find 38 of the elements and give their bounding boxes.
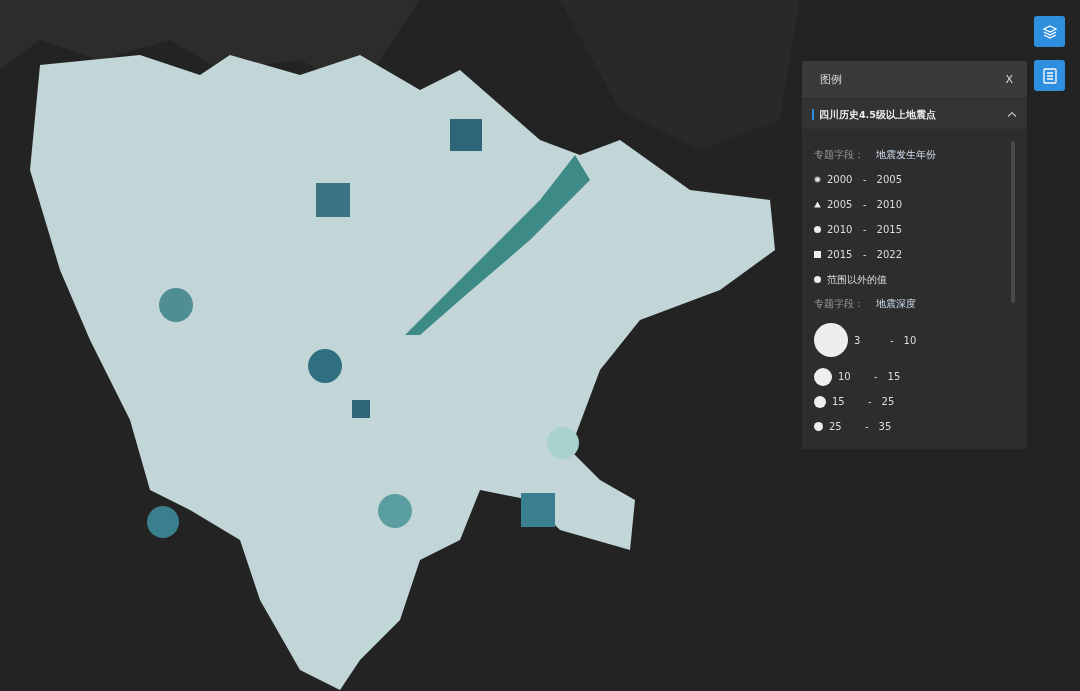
field-label: 专题字段：	[814, 297, 864, 311]
range-end: 2005	[876, 174, 903, 185]
range-dash: -	[863, 249, 867, 260]
document-icon	[1042, 67, 1057, 84]
range-dash: -	[863, 199, 867, 210]
range-end: 2015	[876, 224, 903, 235]
legend-title: 图例	[820, 72, 842, 87]
range-start: 2010	[827, 224, 853, 235]
range-dash: -	[874, 371, 878, 382]
range-dash: -	[868, 396, 872, 407]
range-start: 3	[854, 334, 862, 346]
layers-button[interactable]	[1034, 16, 1065, 47]
range-dash: -	[863, 174, 867, 185]
close-button[interactable]: X	[1003, 73, 1015, 86]
legend-label: 范围以外的值	[827, 272, 887, 287]
range-end: 15	[887, 371, 901, 382]
range-end: 10	[903, 334, 917, 346]
range-start: 10	[838, 371, 852, 382]
range-start: 2000	[827, 174, 853, 185]
range-dash: -	[865, 421, 869, 432]
field-name: 地震发生年份	[876, 148, 936, 162]
range-end: 2022	[876, 249, 903, 260]
range-end: 2010	[876, 199, 903, 210]
range-start: 2015	[827, 249, 853, 260]
range-dash: -	[890, 334, 894, 346]
layer-header[interactable]: 四川历史4.5级以上地震点	[802, 99, 1027, 129]
range-end: 35	[878, 421, 892, 432]
field-name: 地震深度	[876, 297, 916, 311]
layer-name: 四川历史4.5级以上地震点	[812, 108, 936, 120]
range-dash: -	[863, 224, 867, 235]
range-start: 15	[832, 396, 846, 407]
range-start: 25	[829, 421, 843, 432]
field-label: 专题字段：	[814, 148, 864, 162]
legend-button[interactable]	[1034, 60, 1065, 91]
chevron-up-icon[interactable]	[1007, 111, 1017, 117]
layers-icon	[1041, 23, 1058, 40]
range-start: 2005	[827, 199, 853, 210]
range-end: 25	[881, 396, 895, 407]
